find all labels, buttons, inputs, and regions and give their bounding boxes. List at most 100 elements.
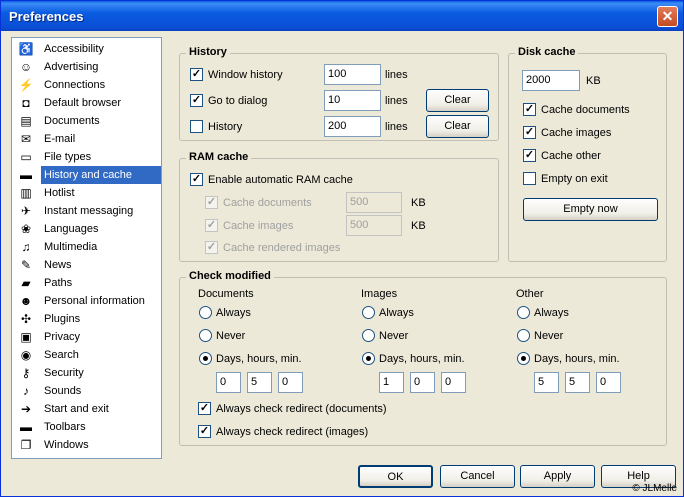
other-minutes-input[interactable]: 0 bbox=[596, 372, 621, 393]
ram-cache-images-label: Cache images bbox=[223, 220, 294, 232]
documents-never-label: Never bbox=[216, 330, 246, 342]
documents-days-label: Days, hours, min. bbox=[216, 353, 302, 365]
sidebar-item-label: Advertising bbox=[44, 61, 99, 73]
documents-always-radio[interactable] bbox=[199, 306, 212, 319]
sidebar-item-accessibility[interactable]: ♿ Accessibility bbox=[12, 40, 161, 58]
sidebar-item-label: Sounds bbox=[44, 385, 82, 397]
empty-on-exit-checkbox[interactable] bbox=[523, 172, 536, 185]
sidebar-item-default-browser[interactable]: ◘ Default browser bbox=[12, 94, 161, 112]
documents-never-radio[interactable] bbox=[199, 329, 212, 342]
sidebar-item-label: Default browser bbox=[44, 97, 122, 109]
goto-dialog-checkbox[interactable]: ✓ bbox=[190, 94, 203, 107]
documents-days-radio[interactable] bbox=[199, 352, 212, 365]
images-minutes-input[interactable]: 0 bbox=[441, 372, 466, 393]
redirect-documents-label: Always check redirect (documents) bbox=[216, 403, 387, 415]
redirect-images-checkbox[interactable]: ✓ bbox=[198, 425, 211, 438]
key-icon: ⚷ bbox=[21, 366, 31, 380]
images-never-radio[interactable] bbox=[362, 329, 375, 342]
history-input[interactable]: 200 bbox=[324, 116, 381, 137]
window-title: Preferences bbox=[9, 9, 84, 24]
ram-cache-images-input[interactable]: 500 bbox=[346, 215, 402, 236]
close-button[interactable]: ✕ bbox=[657, 6, 678, 27]
apply-button[interactable]: Apply bbox=[520, 465, 595, 488]
sidebar-item-documents[interactable]: ▤ Documents bbox=[12, 112, 161, 130]
browser-icon: ◘ bbox=[22, 96, 30, 110]
images-days-input[interactable]: 1 bbox=[379, 372, 404, 393]
clear-goto-button[interactable]: Clear bbox=[426, 89, 489, 112]
documents-minutes-input[interactable]: 0 bbox=[278, 372, 303, 393]
multimedia-icon: ♫ bbox=[21, 240, 31, 254]
other-hours-input[interactable]: 5 bbox=[565, 372, 590, 393]
sidebar-item-e-mail[interactable]: ✉ E-mail bbox=[12, 130, 161, 148]
document-icon: ▤ bbox=[20, 114, 32, 128]
sidebar-item-languages[interactable]: ❀ Languages bbox=[12, 220, 161, 238]
speaker-icon: ♪ bbox=[23, 384, 29, 398]
check-modified-group-title: Check modified bbox=[186, 270, 274, 282]
plugin-icon: ✣ bbox=[20, 312, 32, 326]
clear-history-button[interactable]: Clear bbox=[426, 115, 489, 138]
disk-cache-size-unit: KB bbox=[586, 75, 601, 87]
documents-hours-input[interactable]: 5 bbox=[247, 372, 272, 393]
sidebar-item-advertising[interactable]: ☺ Advertising bbox=[12, 58, 161, 76]
sidebar-item-label: Paths bbox=[44, 277, 73, 289]
window-history-input[interactable]: 100 bbox=[324, 64, 381, 85]
sidebar-item-sounds[interactable]: ♪ Sounds bbox=[12, 382, 161, 400]
sidebar-item-hotlist[interactable]: ▥ Hotlist bbox=[12, 184, 161, 202]
disk-cache-size-input[interactable]: 2000 bbox=[522, 70, 580, 91]
sidebar-item-multimedia[interactable]: ♫ Multimedia bbox=[12, 238, 161, 256]
goto-dialog-input[interactable]: 10 bbox=[324, 90, 381, 111]
sidebar-item-instant-messaging[interactable]: ✈ Instant messaging bbox=[12, 202, 161, 220]
cancel-button[interactable]: Cancel bbox=[440, 465, 515, 488]
sidebar-item-plugins[interactable]: ✣ Plugins bbox=[12, 310, 161, 328]
category-list: ♿ Accessibility ☺ Advertising ⚡ Connections ◘ D… bbox=[11, 37, 162, 459]
sidebar-item-windows[interactable]: ❐ Windows bbox=[12, 436, 161, 454]
ram-cache-documents-label: Cache documents bbox=[223, 197, 312, 209]
disk-cache-images-checkbox[interactable]: ✓ bbox=[523, 126, 536, 139]
sidebar-item-label: Languages bbox=[44, 223, 99, 235]
other-days-radio[interactable] bbox=[517, 352, 530, 365]
other-days-input[interactable]: 5 bbox=[534, 372, 559, 393]
enable-ram-cache-label: Enable automatic RAM cache bbox=[208, 174, 353, 186]
images-always-radio[interactable] bbox=[362, 306, 375, 319]
sidebar-item-history-and-cache[interactable]: ▬ History and cache bbox=[12, 166, 161, 184]
disk-cache-documents-checkbox[interactable]: ✓ bbox=[523, 103, 536, 116]
person-icon: ☻ bbox=[19, 294, 33, 308]
sidebar-item-label: File types bbox=[44, 151, 92, 163]
sidebar-item-label: Security bbox=[44, 367, 84, 379]
history-checkbox[interactable] bbox=[190, 120, 203, 133]
sidebar-item-label: E-mail bbox=[44, 133, 76, 145]
ram-cache-images-checkbox[interactable]: ✓ bbox=[205, 219, 218, 232]
documents-days-input[interactable]: 0 bbox=[216, 372, 241, 393]
other-always-radio[interactable] bbox=[517, 306, 530, 319]
images-hours-input[interactable]: 0 bbox=[410, 372, 435, 393]
sidebar-item-personal-information[interactable]: ☻ Personal information bbox=[12, 292, 161, 310]
disk-cache-images-label: Cache images bbox=[541, 127, 612, 139]
sidebar-item-label: Toolbars bbox=[44, 421, 86, 433]
hotlist-icon: ▥ bbox=[20, 186, 32, 200]
sidebar-item-paths[interactable]: ▰ Paths bbox=[12, 274, 161, 292]
sidebar-item-label: History and cache bbox=[41, 166, 161, 184]
sidebar-item-toolbars[interactable]: ▬ Toolbars bbox=[12, 418, 161, 436]
disk-cache-other-checkbox[interactable]: ✓ bbox=[523, 149, 536, 162]
images-days-radio[interactable] bbox=[362, 352, 375, 365]
preferences-window: Preferences ✕ ♿ Accessibility ☺ Advertising… bbox=[0, 0, 684, 497]
ok-button[interactable]: OK bbox=[358, 465, 433, 488]
redirect-documents-checkbox[interactable]: ✓ bbox=[198, 402, 211, 415]
ram-cache-documents-input[interactable]: 500 bbox=[346, 192, 402, 213]
window-history-checkbox[interactable]: ✓ bbox=[190, 68, 203, 81]
enable-ram-cache-checkbox[interactable]: ✓ bbox=[190, 173, 203, 186]
sidebar-item-file-types[interactable]: ▭ File types bbox=[12, 148, 161, 166]
sidebar-item-start-and-exit[interactable]: ➔ Start and exit bbox=[12, 400, 161, 418]
ram-cache-rendered-checkbox[interactable]: ✓ bbox=[205, 241, 218, 254]
sidebar-item-privacy[interactable]: ▣ Privacy bbox=[12, 328, 161, 346]
sidebar-item-connections[interactable]: ⚡ Connections bbox=[12, 76, 161, 94]
accessibility-icon: ♿ bbox=[18, 42, 34, 56]
sidebar-item-search[interactable]: ◉ Search bbox=[12, 346, 161, 364]
windows-icon: ❐ bbox=[20, 438, 32, 452]
disk-cache-other-label: Cache other bbox=[541, 150, 601, 162]
ram-cache-documents-checkbox[interactable]: ✓ bbox=[205, 196, 218, 209]
sidebar-item-news[interactable]: ✎ News bbox=[12, 256, 161, 274]
other-never-radio[interactable] bbox=[517, 329, 530, 342]
sidebar-item-security[interactable]: ⚷ Security bbox=[12, 364, 161, 382]
empty-now-button[interactable]: Empty now bbox=[523, 198, 658, 221]
